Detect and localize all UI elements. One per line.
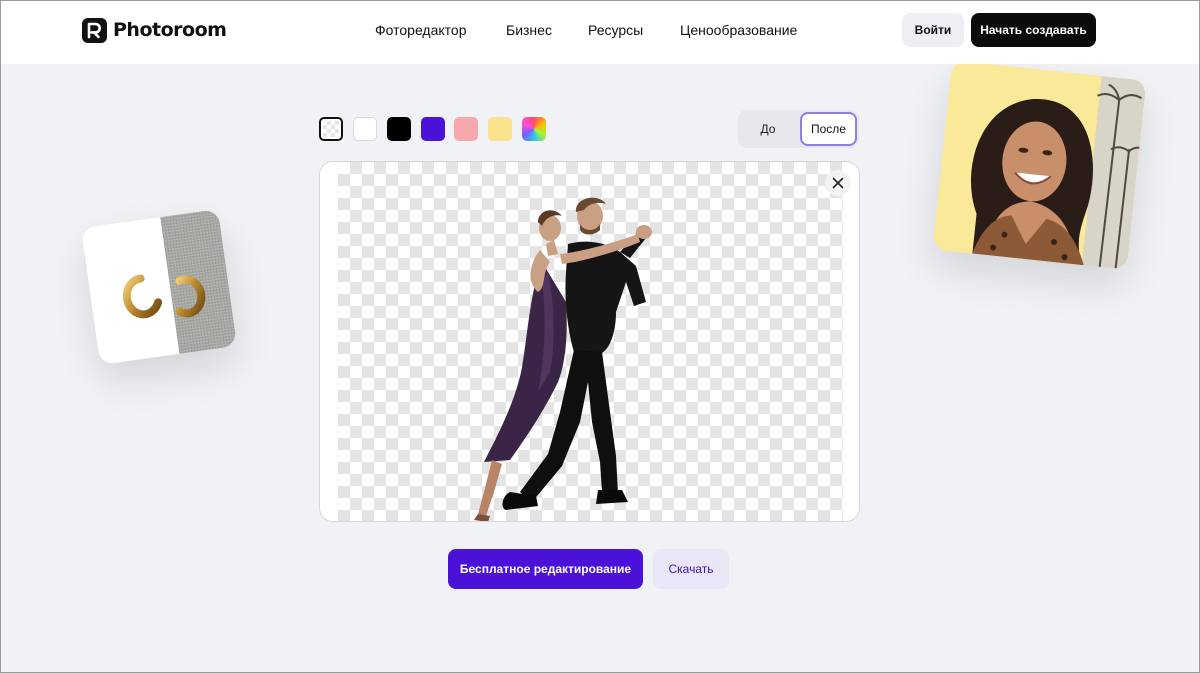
free-edit-button[interactable]: Бесплатное редактирование (448, 549, 643, 589)
nav-item-business[interactable]: Бизнес (506, 22, 552, 38)
brand-logo[interactable]: Photoroom (82, 17, 227, 43)
toggle-before[interactable]: До (738, 110, 798, 148)
dancers-cutout-image (474, 197, 652, 521)
photoroom-logo-icon (82, 17, 107, 43)
before-after-toggle: До После (738, 110, 859, 148)
swatch-black[interactable] (387, 117, 411, 141)
portrait-image (932, 60, 1147, 270)
swatch-transparent[interactable] (319, 117, 343, 141)
nav-item-resources[interactable]: Ресурсы (588, 22, 643, 38)
toggle-after[interactable]: После (800, 112, 857, 146)
close-icon (832, 177, 844, 189)
editor-canvas[interactable] (319, 161, 860, 522)
site-header: Photoroom Фоторедактор Бизнес Ресурсы Це… (0, 0, 1200, 64)
sample-portrait-card[interactable] (932, 60, 1147, 270)
start-creating-button[interactable]: Начать создавать (971, 13, 1096, 47)
nav-item-pricing[interactable]: Ценообразование (680, 22, 797, 38)
earrings-image (122, 274, 206, 319)
login-button[interactable]: Войти (902, 13, 964, 47)
swatch-purple[interactable] (421, 117, 445, 141)
sample-earrings-card[interactable] (81, 209, 237, 365)
swatch-gradient[interactable] (522, 117, 546, 141)
brand-name: Photoroom (113, 19, 227, 41)
swatch-yellow[interactable] (488, 117, 512, 141)
download-button[interactable]: Скачать (653, 549, 729, 589)
swatch-pink[interactable] (454, 117, 478, 141)
swatch-white[interactable] (353, 117, 377, 141)
close-button[interactable] (825, 170, 851, 196)
nav-item-photo-editor[interactable]: Фоторедактор (375, 22, 467, 38)
